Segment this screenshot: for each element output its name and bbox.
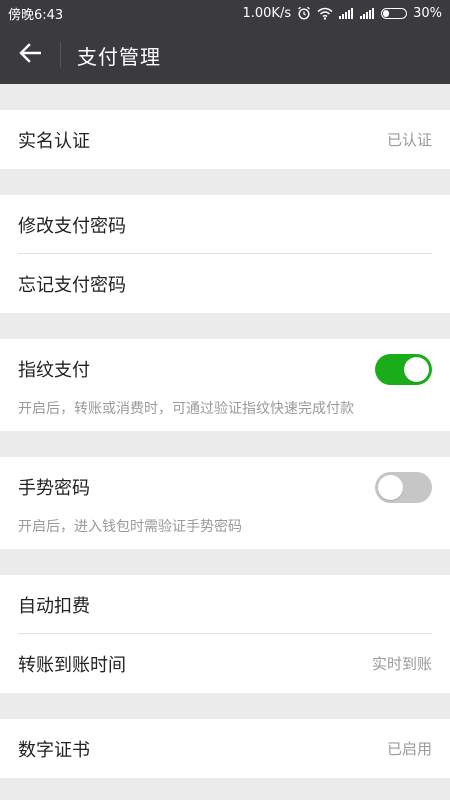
alarm-icon	[297, 6, 311, 20]
fingerprint-pay-description: 开启后，转账或消费时，可通过验证指纹快速完成付款	[18, 401, 354, 417]
fingerprint-pay-toggle[interactable]	[375, 353, 432, 385]
certificate-section: 数字证书 已启用	[0, 719, 450, 778]
change-password-row[interactable]: 修改支付密码	[0, 195, 450, 254]
verification-section: 实名认证 已认证	[0, 110, 450, 169]
section-gap	[0, 549, 450, 575]
page-title: 支付管理	[77, 44, 161, 69]
section-gap	[0, 693, 450, 719]
battery-percent: 30%	[413, 5, 442, 21]
toggle-knob	[404, 356, 429, 382]
auto-deduction-row[interactable]: 自动扣费	[0, 575, 450, 634]
status-indicators: 1.00K/s 30%	[242, 6, 442, 21]
fingerprint-pay-label: 指纹支付	[18, 360, 90, 381]
transfer-time-row[interactable]: 转账到账时间 实时到账	[0, 634, 450, 693]
battery-icon	[381, 7, 408, 19]
gesture-section: 手势密码 开启后，进入钱包时需验证手势密码	[0, 457, 450, 549]
transfer-time-label: 转账到账时间	[18, 654, 126, 676]
settings-list: 实名认证 已认证 修改支付密码 忘记支付密码 指纹支付 开启后，转账或消费时，可…	[0, 84, 450, 778]
forgot-password-label: 忘记支付密码	[18, 274, 126, 296]
real-name-verification-status: 已认证	[386, 131, 432, 149]
fingerprint-pay-row: 指纹支付	[0, 339, 450, 399]
network-speed: 1.00K/s	[242, 5, 292, 21]
gesture-password-toggle[interactable]	[375, 471, 432, 503]
section-gap	[0, 84, 450, 110]
real-name-verification-row[interactable]: 实名认证 已认证	[0, 110, 450, 169]
toggle-knob	[378, 474, 403, 500]
signal-icon	[360, 7, 375, 19]
change-password-label: 修改支付密码	[18, 215, 126, 237]
deduction-section: 自动扣费 转账到账时间 实时到账	[0, 575, 450, 693]
app-bar: 支付管理	[0, 26, 450, 84]
real-name-verification-label: 实名认证	[18, 130, 90, 152]
digital-certificate-status: 已启用	[386, 740, 432, 758]
status-bar: 傍晚6:43 1.00K/s 30%	[0, 0, 450, 26]
back-button[interactable]	[0, 26, 60, 84]
header-divider	[60, 42, 61, 68]
section-gap	[0, 169, 450, 195]
transfer-time-value: 实时到账	[371, 655, 432, 673]
digital-certificate-row[interactable]: 数字证书 已启用	[0, 719, 450, 778]
signal-icon	[339, 7, 354, 19]
gesture-password-description: 开启后，进入钱包时需验证手势密码	[18, 519, 242, 535]
fingerprint-section: 指纹支付 开启后，转账或消费时，可通过验证指纹快速完成付款	[0, 339, 450, 431]
status-time: 傍晚6:43	[8, 7, 64, 23]
auto-deduction-label: 自动扣费	[18, 595, 90, 617]
arrow-left-icon	[19, 43, 42, 67]
forgot-password-row[interactable]: 忘记支付密码	[0, 254, 450, 313]
section-gap	[0, 313, 450, 339]
password-section: 修改支付密码 忘记支付密码	[0, 195, 450, 313]
section-gap	[0, 431, 450, 457]
gesture-password-row: 手势密码	[0, 457, 450, 517]
wifi-icon	[317, 7, 333, 20]
gesture-password-label: 手势密码	[18, 478, 90, 499]
digital-certificate-label: 数字证书	[18, 739, 90, 761]
